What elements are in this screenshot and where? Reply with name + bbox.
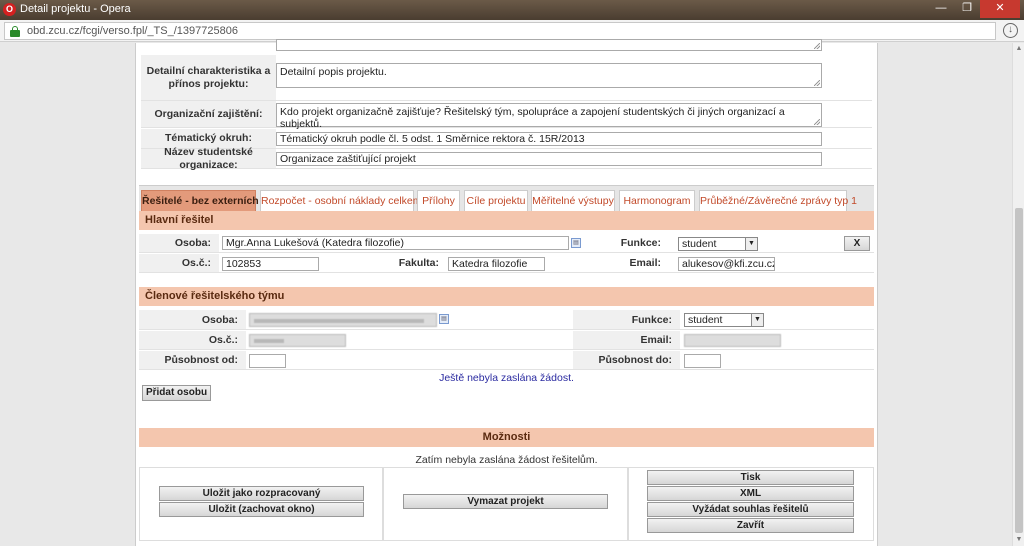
lock-icon xyxy=(10,26,20,37)
download-icon[interactable]: ↓ xyxy=(1003,23,1018,38)
tab-strip: Řešitelé - bez externích Rozpočet - osob… xyxy=(139,185,874,212)
maximize-button[interactable]: ❐ xyxy=(954,0,980,18)
team-from-label: Působnost od: xyxy=(139,351,246,369)
lead-person-label: Osoba: xyxy=(139,234,219,252)
minimize-button[interactable]: — xyxy=(928,0,954,18)
team-id-input-redacted[interactable] xyxy=(249,334,346,347)
scroll-up-icon[interactable]: ▲ xyxy=(1013,43,1024,55)
characteristics-textarea[interactable]: Detailní popis projektu. xyxy=(276,63,822,88)
previous-textarea[interactable] xyxy=(276,39,822,51)
remove-lead-button[interactable]: X xyxy=(844,236,870,251)
team-to-label: Působnost do: xyxy=(573,351,680,369)
tab-harmonogram[interactable]: Harmonogram xyxy=(619,190,695,212)
team-function-select[interactable]: student ▼ xyxy=(684,313,764,327)
options-status-text: Zatím nebyla zaslána žádost řešitelům. xyxy=(415,454,598,466)
lead-faculty-label: Fakulta: xyxy=(398,257,439,269)
tab-resitele[interactable]: Řešitelé - bez externích xyxy=(141,190,259,212)
request-consent-button[interactable]: Vyžádat souhlas řešitelů xyxy=(647,502,854,517)
tab-zpravy[interactable]: Průběžné/Závěrečné zprávy typ 1 xyxy=(699,190,857,212)
organization-label: Organizační zajištění: xyxy=(141,101,276,127)
page-scrollbar[interactable]: ▲ ▼ xyxy=(1012,43,1024,546)
student-org-input[interactable]: Organizace zaštiťující projekt xyxy=(276,152,822,166)
lead-row-person: Osoba: Mgr.Anna Lukešová (Katedra filozo… xyxy=(139,234,874,253)
save-draft-button[interactable]: Uložit jako rozpracovaný xyxy=(159,486,364,501)
scroll-down-icon[interactable]: ▼ xyxy=(1013,534,1024,546)
lead-id-input[interactable]: 102853 xyxy=(222,257,319,271)
lead-function-label: Funkce: xyxy=(620,237,661,249)
lead-id-label: Os.č.: xyxy=(139,254,219,272)
page-viewport: Detailní charakteristika a přínos projek… xyxy=(0,39,1012,546)
tab-rozpocet[interactable]: Rozpočet - osobní náklady celkem xyxy=(260,190,422,212)
characteristics-label: Detailní charakteristika a přínos projek… xyxy=(141,55,276,100)
add-person-button[interactable]: Přidat osobu xyxy=(142,385,211,401)
lead-section-title: Hlavní řešitel xyxy=(139,211,874,230)
topic-input[interactable]: Tématický okruh podle čl. 5 odst. 1 Směr… xyxy=(276,132,822,146)
team-person-lookup-icon[interactable]: ▤ xyxy=(439,314,449,324)
team-section-title: Členové řešitelského týmu xyxy=(139,287,874,306)
chevron-down-icon: ▼ xyxy=(751,314,763,326)
team-request-note: Ještě nebyla zaslána žádost. xyxy=(439,372,574,384)
save-keep-window-button[interactable]: Uložit (zachovat okno) xyxy=(159,502,364,517)
close-window-button[interactable]: ✕ xyxy=(980,0,1020,18)
tab-prilohy[interactable]: Přílohy xyxy=(417,190,460,212)
row-characteristics: Detailní charakteristika a přínos projek… xyxy=(141,55,872,101)
row-student-org: Název studentské organizace: Organizace … xyxy=(141,146,872,171)
team-row-person: Osoba: ▤ Funkce: student ▼ xyxy=(139,310,874,330)
url-text: obd.zcu.cz/fcgi/verso.fpl/_TS_/139772580… xyxy=(27,25,238,37)
close-button[interactable]: Zavřít xyxy=(647,518,854,533)
lead-row-details: Os.č.: 102853 Fakulta: Katedra filozofie… xyxy=(139,254,874,273)
team-person-input-redacted[interactable] xyxy=(249,313,437,327)
student-org-label: Název studentské organizace: xyxy=(141,146,276,171)
window-titlebar: O Detail projektu - Opera — ❐ ✕ xyxy=(0,0,1024,20)
opera-logo-icon: O xyxy=(3,3,16,16)
lead-email-label: Email: xyxy=(629,257,661,269)
chevron-down-icon: ▼ xyxy=(745,238,757,250)
row-organization: Organizační zajištění: Kdo projekt organ… xyxy=(141,101,872,130)
xml-button[interactable]: XML xyxy=(647,486,854,501)
team-id-label: Os.č.: xyxy=(139,331,246,349)
team-person-label: Osoba: xyxy=(139,310,246,329)
team-row-details: Os.č.: Email: xyxy=(139,331,874,350)
team-function-value: student xyxy=(688,314,723,326)
url-field[interactable]: obd.zcu.cz/fcgi/verso.fpl/_TS_/139772580… xyxy=(4,22,996,40)
team-email-input[interactable] xyxy=(684,334,781,347)
delete-project-button[interactable]: Vymazat projekt xyxy=(403,494,608,509)
print-button[interactable]: Tisk xyxy=(647,470,854,485)
lead-function-value: student xyxy=(682,238,717,250)
team-from-input[interactable] xyxy=(249,354,286,368)
organization-textarea[interactable]: Kdo projekt organizačně zajišťuje? Řešit… xyxy=(276,103,822,130)
lead-person-input[interactable]: Mgr.Anna Lukešová (Katedra filozofie) xyxy=(222,236,569,250)
lead-faculty-input[interactable]: Katedra filozofie xyxy=(448,257,545,271)
project-form: Detailní charakteristika a přínos projek… xyxy=(135,39,878,546)
lead-function-select[interactable]: student ▼ xyxy=(678,237,758,251)
tab-vystupy[interactable]: Měřitelné výstupy xyxy=(531,190,615,212)
tab-cile[interactable]: Cíle projektu xyxy=(464,190,528,212)
lead-email-input[interactable]: alukesov@kfi.zcu.cz xyxy=(678,257,775,271)
scroll-thumb[interactable] xyxy=(1015,208,1023,533)
team-email-label: Email: xyxy=(573,331,680,349)
lead-person-lookup-icon[interactable]: ▤ xyxy=(571,238,581,248)
team-row-dates: Působnost od: Působnost do: xyxy=(139,351,874,370)
team-function-label: Funkce: xyxy=(573,310,680,329)
window-title: Detail projektu - Opera xyxy=(20,3,131,15)
options-section-title: Možnosti xyxy=(139,428,874,447)
team-to-input[interactable] xyxy=(684,354,721,368)
